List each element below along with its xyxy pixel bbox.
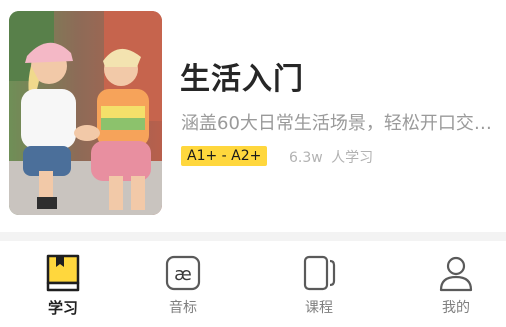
courses-icon: [303, 255, 336, 291]
tab-learn[interactable]: 学习: [0, 241, 126, 327]
learner-count-value: 6.3w: [289, 150, 323, 166]
profile-icon: [439, 256, 473, 292]
tab-phonetics-label: 音标: [169, 300, 197, 316]
course-title: 生活入门: [180, 62, 304, 97]
section-divider: [0, 232, 506, 241]
tab-phonetics[interactable]: æ 音标: [120, 241, 246, 327]
tab-profile[interactable]: 我的: [393, 241, 506, 327]
book-icon: [46, 254, 80, 292]
tab-courses[interactable]: 课程: [256, 241, 382, 327]
bottom-tab-bar: 学习 æ 音标 课程 我的: [0, 241, 506, 327]
svg-text:æ: æ: [174, 264, 192, 285]
app-screen: 生活入门 涵盖60大日常生活场景，轻松开口交… A1+ - A2+ 6.3w 人…: [0, 0, 506, 327]
tab-courses-label: 课程: [305, 300, 333, 316]
course-card[interactable]: 生活入门 涵盖60大日常生活场景，轻松开口交… A1+ - A2+ 6.3w 人…: [0, 0, 506, 232]
tab-learn-label: 学习: [47, 299, 78, 317]
tab-profile-label: 我的: [442, 300, 470, 316]
phonetic-ae-icon: æ: [165, 255, 201, 291]
learner-count: 6.3w 人学习: [289, 147, 377, 167]
learner-count-suffix: 人学习: [331, 150, 374, 166]
course-thumbnail: [9, 11, 162, 215]
thumbnail-photo: [9, 11, 162, 215]
level-badge: A1+ - A2+: [181, 146, 268, 166]
course-description: 涵盖60大日常生活场景，轻松开口交…: [181, 113, 492, 134]
